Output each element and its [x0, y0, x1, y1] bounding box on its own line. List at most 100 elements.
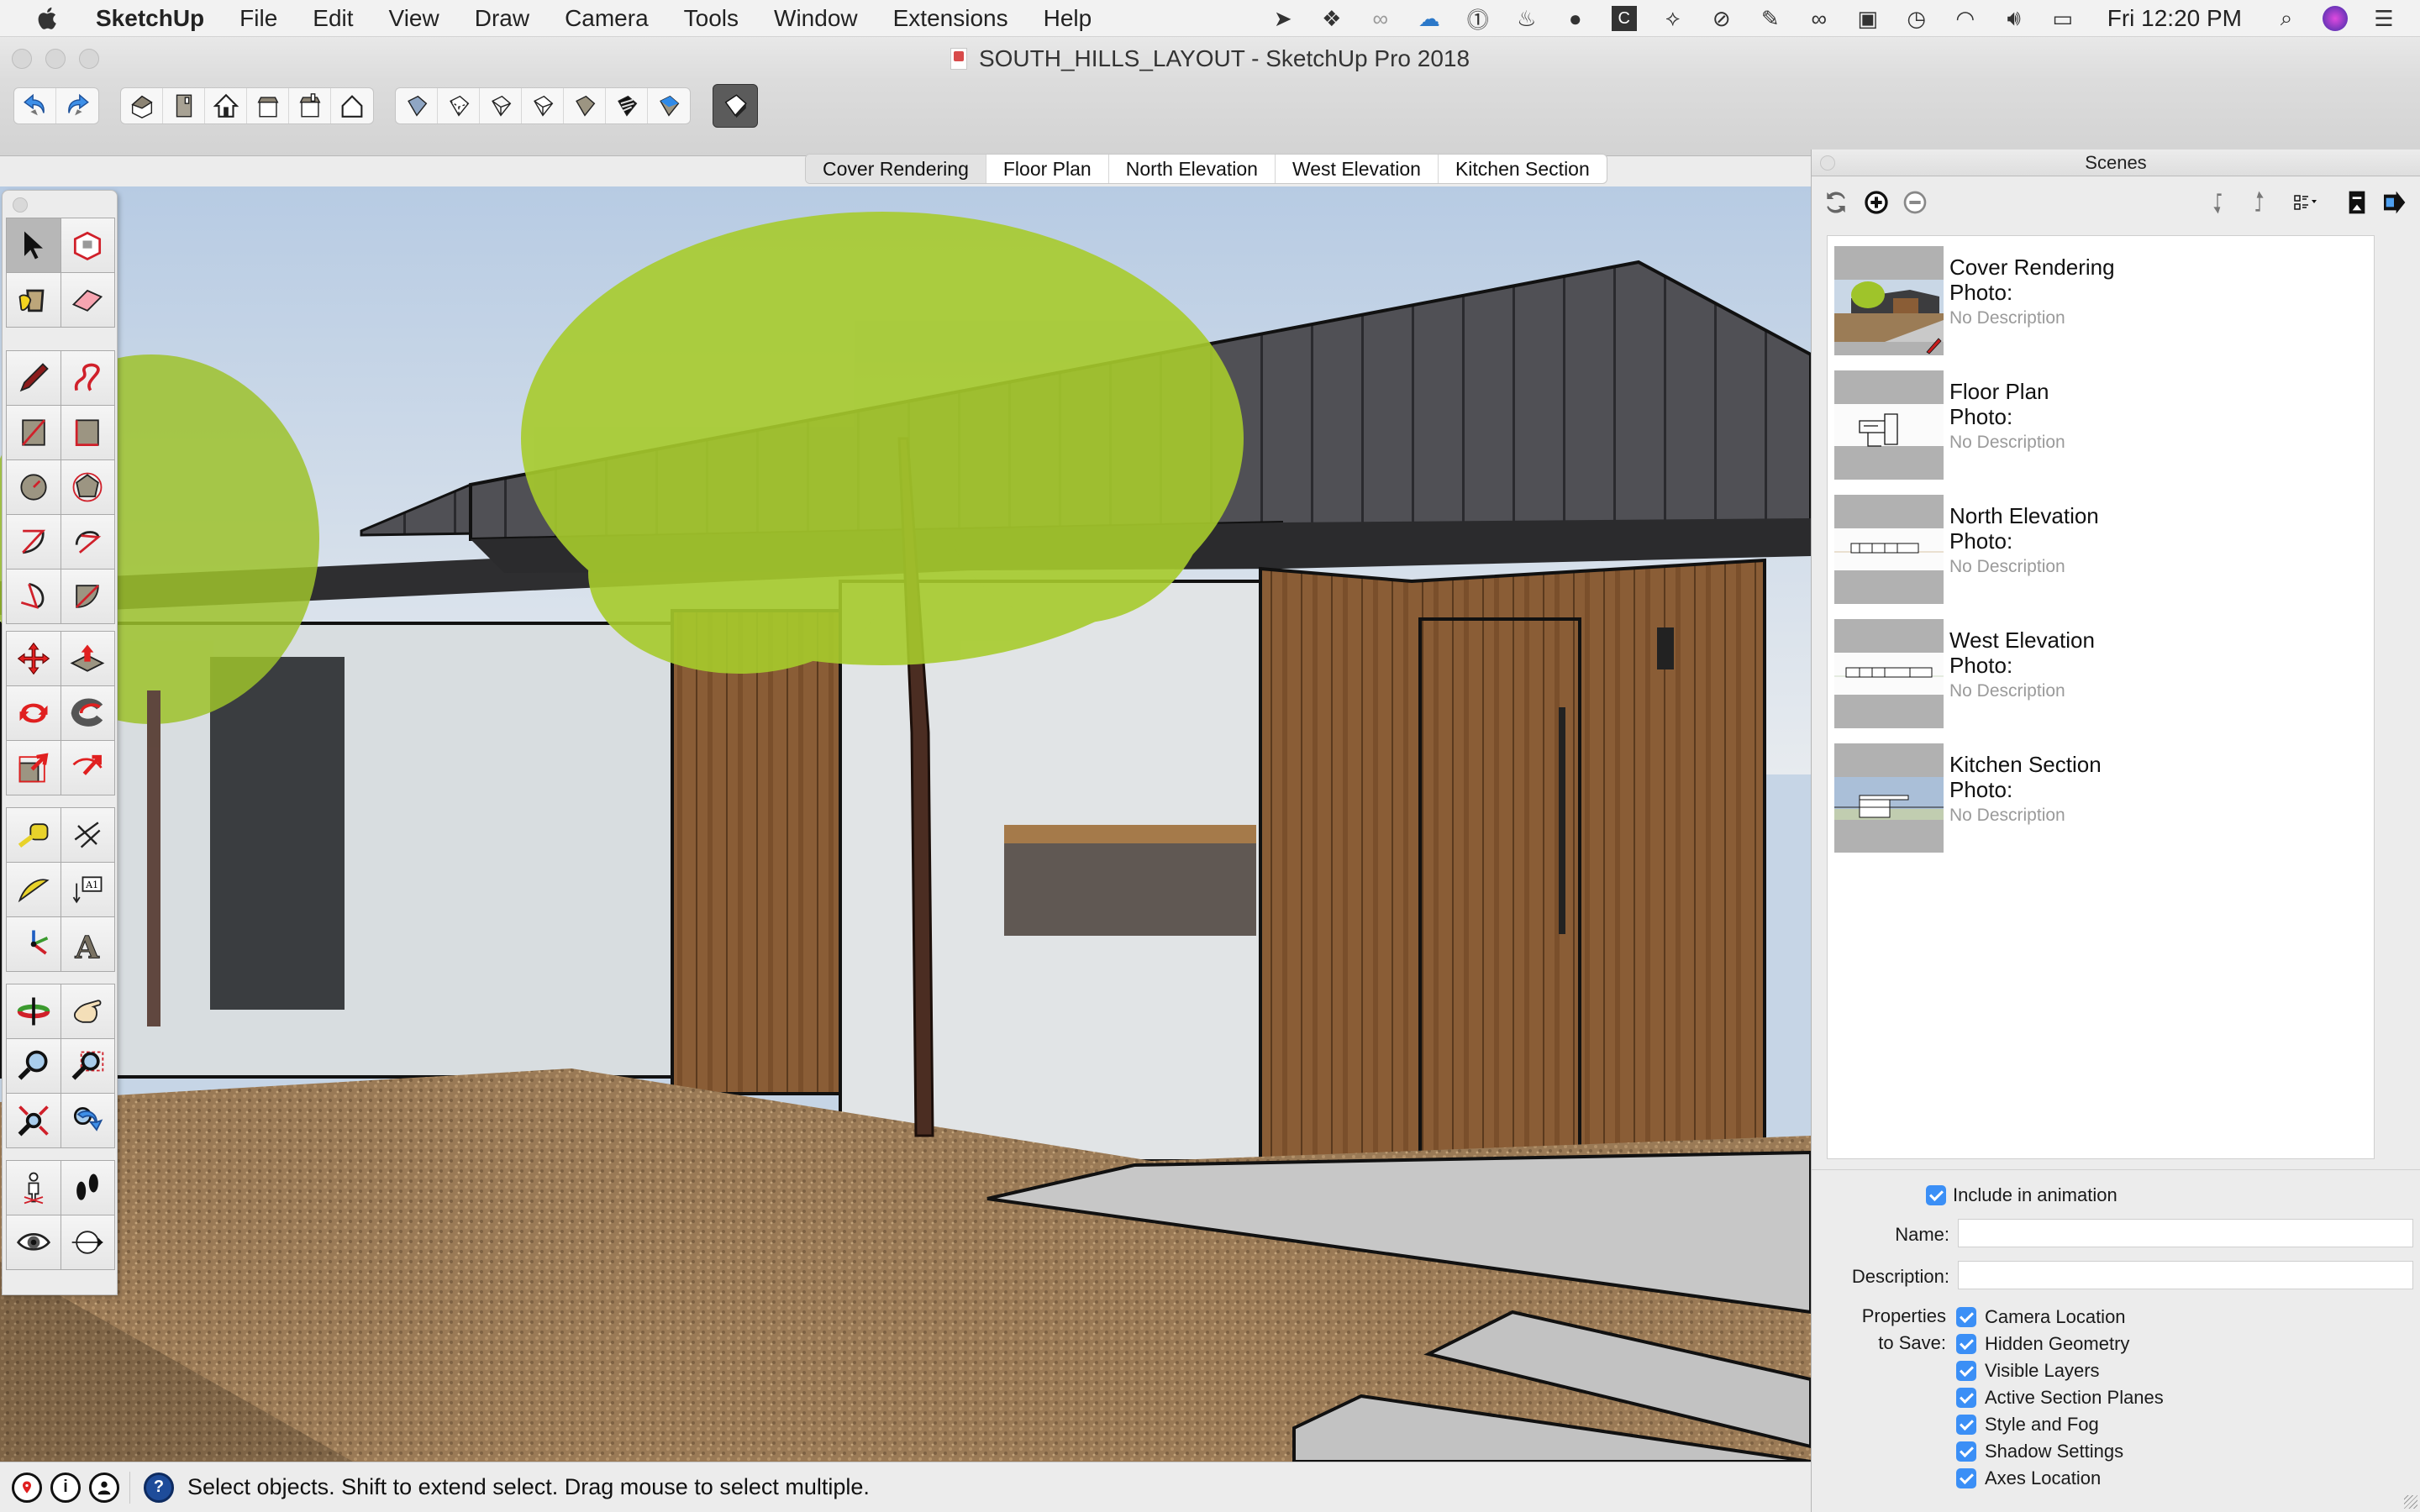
scene-list-item[interactable]: Cover Rendering Photo: No Description [1834, 246, 2355, 355]
zoom-window-tool[interactable] [60, 1039, 114, 1093]
scene-list-item[interactable]: Floor Plan Photo: No Description [1834, 370, 2355, 480]
section-plane-tool[interactable] [60, 1215, 114, 1269]
add-scene-button[interactable] [1862, 188, 1891, 217]
tab-west-elevation[interactable]: West Elevation [1276, 155, 1439, 183]
scene-description-input[interactable] [1958, 1261, 2413, 1289]
tape-measure-tool[interactable] [7, 808, 60, 862]
tab-north-elevation[interactable]: North Elevation [1109, 155, 1276, 183]
1password-icon[interactable]: ⓵ [1465, 6, 1491, 33]
xray-style-button[interactable] [396, 88, 438, 123]
flame-icon[interactable]: ♨ [1514, 6, 1539, 31]
model-render[interactable] [0, 186, 1811, 1462]
evernote-icon[interactable]: ✎ [1758, 6, 1783, 31]
location-arrow-icon[interactable]: ➤ [1270, 6, 1296, 31]
menu-sketchup[interactable]: SketchUp [96, 5, 204, 32]
wireframe-style-button[interactable] [480, 88, 522, 123]
link-icon[interactable]: ⟡ [1660, 5, 1686, 31]
scene-name-input[interactable] [1958, 1219, 2413, 1247]
palette-close-button[interactable] [13, 197, 28, 213]
scene-list-item[interactable]: West Elevation Photo: No Description [1834, 619, 2355, 728]
redo-button[interactable] [56, 88, 98, 123]
active-section-planes-checkbox[interactable]: Active Section Planes [1956, 1383, 2164, 1410]
tab-cover-rendering[interactable]: Cover Rendering [806, 155, 986, 183]
record-icon[interactable]: ▣ [1855, 6, 1881, 31]
zoom-extents-tool[interactable] [7, 1094, 60, 1147]
shadow-settings-checkbox[interactable]: Shadow Settings [1956, 1437, 2123, 1464]
front-view-button[interactable] [205, 88, 247, 123]
include-in-animation-checkbox[interactable]: Include in animation [1926, 1184, 2118, 1206]
position-camera-tool[interactable] [7, 1161, 60, 1215]
rotate-tool[interactable] [7, 686, 60, 740]
line-tool[interactable] [7, 351, 60, 405]
move-tool[interactable] [7, 632, 60, 685]
menu-camera[interactable]: Camera [565, 5, 649, 32]
wifi-icon[interactable]: ◠ [1953, 6, 1978, 31]
push-pull-tool[interactable] [60, 632, 114, 685]
menu-edit[interactable]: Edit [313, 5, 353, 32]
top-view-button[interactable] [163, 88, 205, 123]
creative-cloud-icon[interactable]: ∞ [1368, 6, 1393, 31]
offset-tool[interactable] [60, 741, 114, 795]
glasses-icon[interactable]: ∞ [1807, 6, 1832, 31]
menu-view[interactable]: View [389, 5, 439, 32]
walk-tool[interactable] [60, 1161, 114, 1215]
app-c-icon[interactable]: C [1611, 6, 1637, 31]
eraser-tool[interactable] [60, 273, 114, 327]
protractor-tool[interactable] [7, 863, 60, 916]
menu-extensions[interactable]: Extensions [893, 5, 1008, 32]
menu-file[interactable]: File [239, 5, 277, 32]
style-and-fog-checkbox[interactable]: Style and Fog [1956, 1410, 2099, 1437]
camera-location-checkbox[interactable]: Camera Location [1956, 1303, 2126, 1330]
menu-help[interactable]: Help [1044, 5, 1092, 32]
shaded-textures-style-button[interactable] [606, 88, 648, 123]
iso-view-button[interactable] [121, 88, 163, 123]
3-point-arc-tool[interactable] [7, 570, 60, 623]
cloud-sync-icon[interactable]: ☁ [1417, 6, 1442, 31]
hidden-geometry-checkbox[interactable]: Hidden Geometry [1956, 1330, 2129, 1357]
visible-layers-checkbox[interactable]: Visible Layers [1956, 1357, 2100, 1383]
account-user-icon[interactable] [89, 1472, 119, 1503]
notification-center-icon[interactable]: ☰ [2371, 6, 2396, 31]
hidden-line-style-button[interactable] [522, 88, 564, 123]
make-component-tool[interactable] [60, 218, 114, 272]
dropbox-icon[interactable]: ❖ [1319, 6, 1344, 31]
panel-resize-grip[interactable] [2404, 1495, 2417, 1509]
orbit-tool[interactable] [7, 984, 60, 1038]
axes-tool[interactable] [7, 917, 60, 971]
drive-icon[interactable]: ⊘ [1709, 6, 1734, 31]
text-tool[interactable]: A1 [60, 863, 114, 916]
apple-menu-icon[interactable] [34, 4, 62, 33]
siri-icon[interactable] [2323, 6, 2348, 31]
pie-tool[interactable] [60, 570, 114, 623]
move-scene-up-button[interactable] [2244, 188, 2272, 217]
tab-floor-plan[interactable]: Floor Plan [986, 155, 1109, 183]
axes-location-checkbox[interactable]: Axes Location [1956, 1464, 2101, 1491]
pan-tool[interactable] [60, 984, 114, 1038]
scale-tool[interactable] [7, 741, 60, 795]
move-scene-down-button[interactable] [2205, 188, 2233, 217]
shaded-style-button[interactable] [564, 88, 606, 123]
update-scene-button[interactable] [1822, 188, 1850, 217]
menu-draw[interactable]: Draw [475, 5, 529, 32]
3d-text-tool[interactable]: A [60, 917, 114, 971]
zoom-tool[interactable] [7, 1039, 60, 1093]
look-around-tool[interactable] [7, 1215, 60, 1269]
circle-tool[interactable] [7, 460, 60, 514]
left-view-button[interactable] [331, 88, 373, 123]
panel-close-button[interactable] [1820, 155, 1835, 171]
follow-me-tool[interactable] [60, 686, 114, 740]
2-point-arc-tool[interactable] [60, 515, 114, 569]
scenes-expand-button[interactable] [2380, 188, 2408, 217]
scene-list-item[interactable]: North Elevation Photo: No Description [1834, 495, 2355, 604]
credits-info-icon[interactable]: i [50, 1472, 81, 1503]
remove-scene-button[interactable] [1901, 188, 1929, 217]
scene-list-item[interactable]: Kitchen Section Photo: No Description [1834, 743, 2355, 853]
paint-bucket-tool[interactable] [7, 273, 60, 327]
battery-icon[interactable]: ▭ [2050, 6, 2075, 31]
view-options-button[interactable] [2287, 188, 2326, 217]
polygon-tool[interactable] [60, 460, 114, 514]
tab-kitchen-section[interactable]: Kitchen Section [1439, 155, 1607, 183]
right-view-button[interactable] [247, 88, 289, 123]
menu-clock[interactable]: Fri 12:20 PM [2107, 5, 2242, 32]
time-machine-icon[interactable]: ◷ [1904, 6, 1929, 31]
